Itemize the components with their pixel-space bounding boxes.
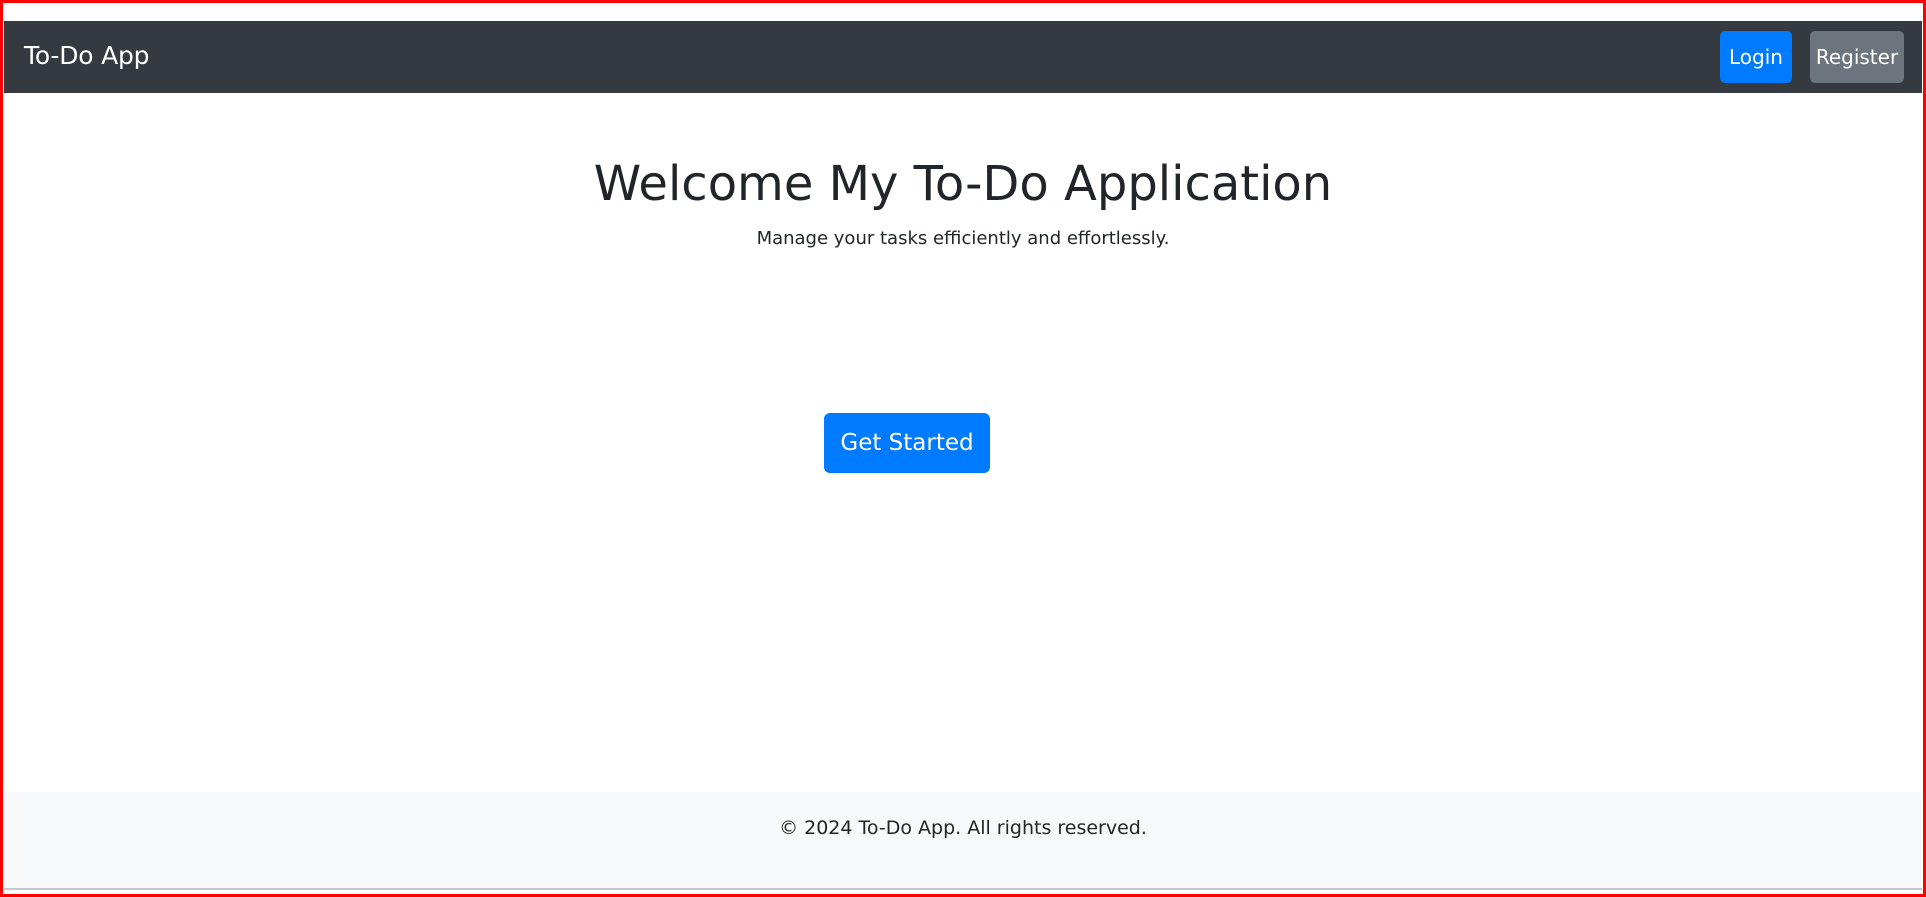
top-strip [0,0,1926,21]
footer-copyright: © 2024 To-Do App. All rights reserved. [779,817,1147,839]
navbar: To-Do App Login Register [4,21,1922,93]
register-button[interactable]: Register [1810,31,1904,83]
get-started-button[interactable]: Get Started [824,413,990,473]
login-button[interactable]: Login [1720,31,1792,83]
brand-link[interactable]: To-Do App [24,39,150,73]
footer: © 2024 To-Do App. All rights reserved. [4,792,1922,888]
bottom-divider [4,888,1922,890]
page-title: Welcome My To-Do Application [593,156,1333,212]
page-subtitle: Manage your tasks efficiently and effort… [756,228,1170,249]
